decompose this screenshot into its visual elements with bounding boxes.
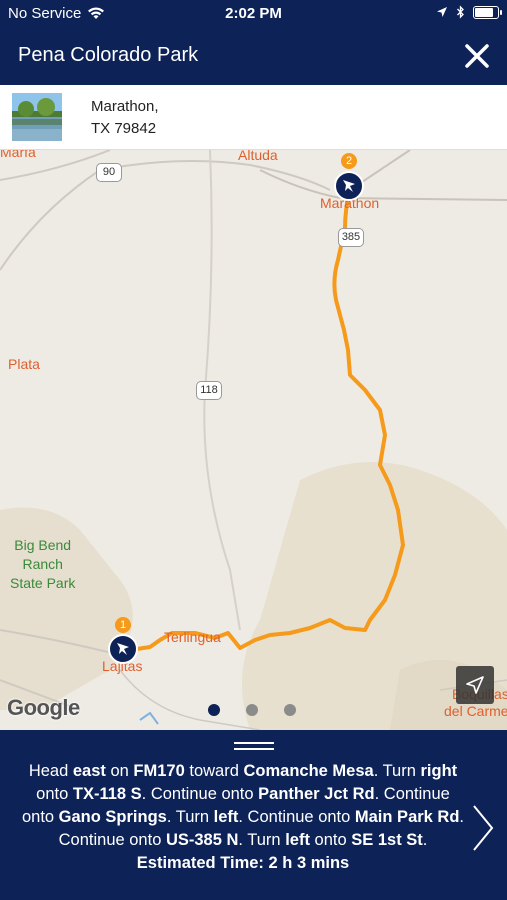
google-logo: Google	[7, 695, 80, 720]
end-pin[interactable]	[334, 171, 364, 201]
direction-text: . Turn	[373, 762, 421, 780]
direction-keyword: east	[72, 762, 106, 780]
direction-text: . Continue onto	[141, 785, 259, 803]
direction-keyword: Comanche Mesa	[243, 762, 374, 780]
direction-keyword: Main Park Rd	[354, 808, 460, 826]
directions-panel: Head east on FM170 toward Comanche Mesa.…	[0, 730, 507, 900]
park-label-3: State Park	[10, 575, 76, 591]
address-panel: Marathon, TX 79842	[0, 85, 507, 150]
place-altuda: Altuda	[238, 150, 278, 163]
title-bar: Pena Colorado Park	[0, 28, 507, 85]
navigation-arrow-icon	[466, 676, 484, 694]
place-del-carmen: del Carmen	[444, 703, 507, 719]
direction-keyword: right	[420, 762, 458, 780]
directions-steps: Head east on FM170 toward Comanche Mesa.…	[20, 760, 466, 852]
status-right	[436, 5, 502, 19]
map-canvas[interactable]	[0, 150, 507, 730]
airplane-icon	[343, 180, 355, 192]
direction-text: toward	[184, 762, 244, 780]
park-thumbnail	[12, 93, 62, 141]
address-line-1: Marathon,	[91, 98, 159, 115]
battery-level	[475, 7, 494, 17]
location-arrow-icon	[437, 7, 447, 17]
direction-keyword: SE 1st St	[351, 831, 423, 849]
route-shield-us385: 385	[338, 228, 364, 247]
start-pin-number: 1	[115, 617, 131, 633]
page-dot-1[interactable]	[208, 704, 220, 716]
direction-text: on	[105, 762, 134, 780]
page-dot-2[interactable]	[246, 704, 258, 716]
park-label: Big Bend Ranch State Park	[10, 536, 75, 593]
end-pin-number: 2	[341, 153, 357, 169]
direction-text: . Turn	[238, 831, 286, 849]
drag-handle[interactable]	[234, 742, 274, 752]
recenter-button[interactable]	[456, 666, 494, 704]
direction-keyword: Gano Springs	[58, 808, 167, 826]
direction-text: . Turn	[166, 808, 214, 826]
close-icon[interactable]	[461, 40, 493, 72]
status-bar: No Service 2:02 PM	[0, 0, 507, 28]
place-terlingua: Terlingua	[164, 629, 221, 645]
park-label-2: Ranch	[22, 556, 63, 572]
airplane-icon	[117, 643, 129, 655]
direction-text: onto	[309, 831, 352, 849]
direction-text: onto	[36, 785, 73, 803]
bluetooth-icon	[457, 5, 464, 19]
page-indicator	[208, 704, 296, 716]
direction-text: Head	[28, 762, 73, 780]
start-pin[interactable]	[108, 634, 138, 664]
route-map[interactable]: Marfa Altuda Marathon Plata Terlingua La…	[0, 150, 507, 730]
estimated-time: Estimated Time: 2 h 3 mins	[136, 854, 350, 872]
clock: 2:02 PM	[225, 5, 282, 22]
route-shield-tx118: 118	[196, 381, 222, 400]
direction-keyword: Panther Jct Rd	[258, 785, 375, 803]
direction-text: .	[422, 831, 428, 849]
page-title: Pena Colorado Park	[18, 44, 199, 66]
park-label-1: Big Bend	[14, 537, 72, 553]
directions-text: Head east on FM170 toward Comanche Mesa.…	[20, 760, 466, 875]
place-marfa: Marfa	[0, 150, 36, 160]
direction-keyword: FM170	[133, 762, 185, 780]
route-shield-us90: 90	[96, 163, 122, 182]
chevron-right-icon[interactable]	[471, 804, 495, 852]
direction-keyword: left	[285, 831, 310, 849]
direction-keyword: left	[213, 808, 239, 826]
park-photo	[12, 93, 62, 141]
address-text: Marathon, TX 79842	[91, 96, 159, 140]
address-line-2: TX 79842	[91, 120, 157, 137]
battery-icon	[473, 5, 502, 19]
direction-keyword: TX-118 S	[72, 785, 142, 803]
direction-text: . Continue onto	[238, 808, 355, 826]
page-dot-3[interactable]	[284, 704, 296, 716]
direction-keyword: US-385 N	[165, 831, 239, 849]
place-plata: Plata	[8, 356, 40, 372]
